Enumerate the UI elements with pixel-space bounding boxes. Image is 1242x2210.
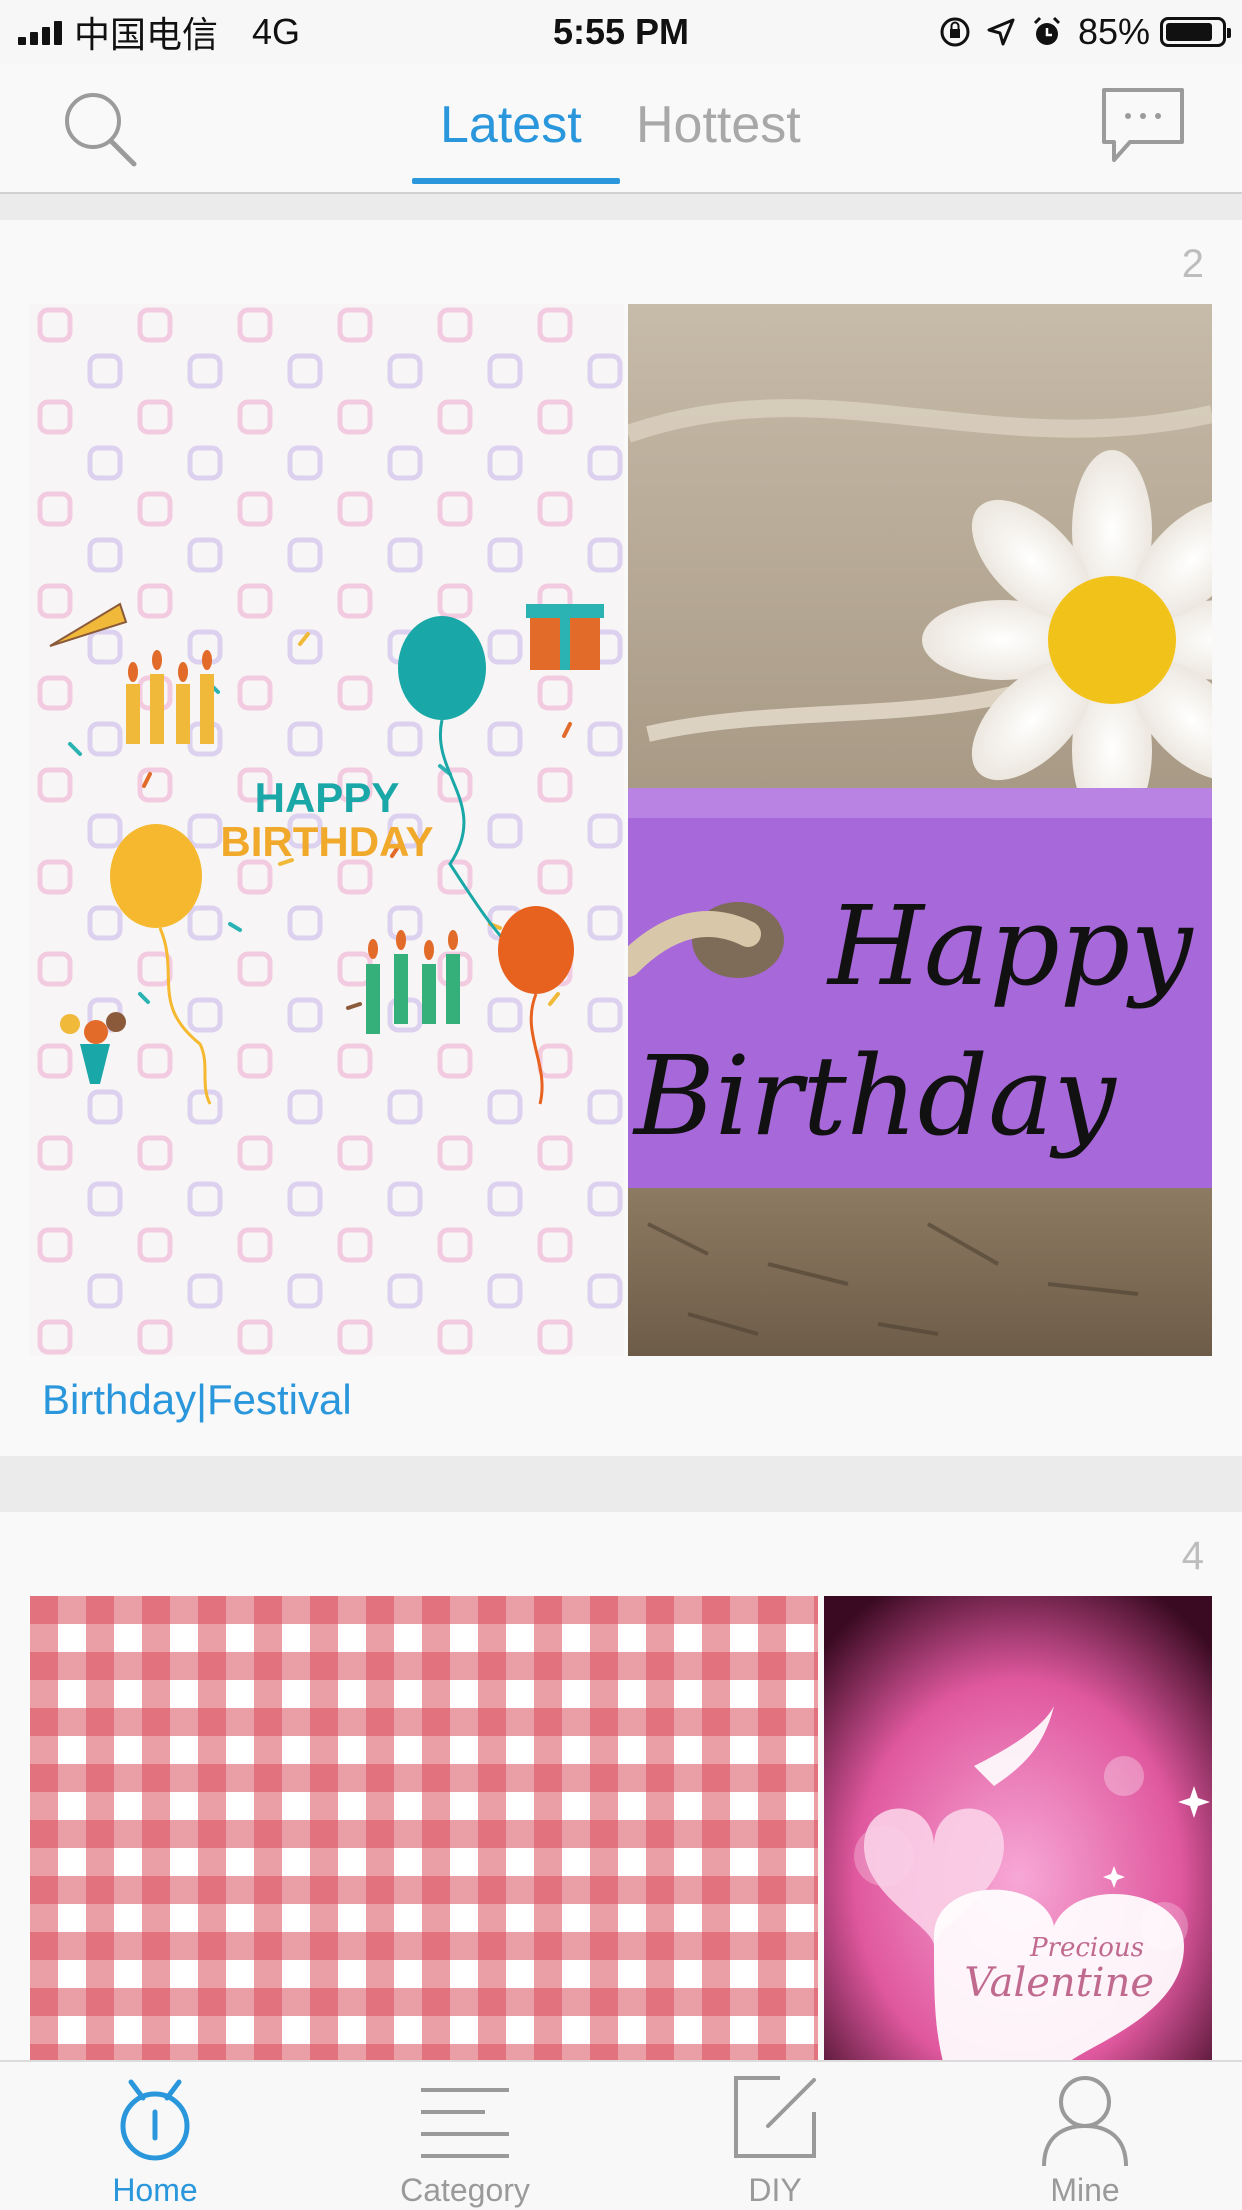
card-image-gingham[interactable]	[30, 1596, 818, 2060]
card-image-valentine[interactable]: Precious Valentine	[824, 1596, 1212, 2060]
rotation-lock-icon	[940, 17, 970, 47]
art-text-tag-happy: Happy	[826, 882, 1194, 1010]
tab-home[interactable]: Home	[0, 2062, 310, 2210]
card-image-birthday-confetti[interactable]: HAPPY BIRTHDAY	[30, 304, 624, 1356]
tab-mine-label: Mine	[1050, 2172, 1120, 2208]
battery-icon	[1160, 17, 1231, 47]
tab-latest[interactable]: Latest	[440, 90, 582, 160]
battery-percent: 85%	[1077, 11, 1150, 52]
tab-home-label: Home	[112, 2172, 198, 2208]
art-text-precious: Precious	[1029, 1933, 1144, 1963]
feed-card[interactable]: 4 Precious Valentine	[0, 1512, 1242, 2060]
search-icon[interactable]	[58, 86, 140, 168]
tab-hottest[interactable]: Hottest	[636, 90, 801, 160]
category-icon	[421, 2088, 509, 2158]
card-count: 4	[1181, 1534, 1204, 1578]
tab-mine[interactable]: Mine	[930, 2062, 1240, 2210]
diy-icon	[734, 2076, 816, 2158]
art-text-valentine: Valentine	[964, 1960, 1154, 2006]
bottom-tab-bar: Home Category DIY Mine	[0, 2060, 1242, 2210]
card-tags[interactable]: Birthday|Festival	[42, 1376, 352, 1424]
art-text-happy: HAPPY	[255, 774, 400, 821]
card-count: 2	[1181, 242, 1204, 286]
status-bar: 中国电信 4G 5:55 PM 85%	[0, 0, 1242, 64]
status-right: 85%	[938, 10, 1231, 54]
art-text-tag-birthday: Birthday	[632, 1032, 1118, 1160]
tab-category-label: Category	[400, 2172, 530, 2208]
tab-diy[interactable]: DIY	[620, 2062, 930, 2210]
message-icon[interactable]	[1100, 86, 1186, 168]
art-text-birthday: BIRTHDAY	[220, 818, 433, 865]
location-icon	[987, 18, 1015, 46]
battery-level	[1166, 23, 1212, 41]
top-nav-bar: Latest Hottest	[0, 64, 1242, 194]
tab-category[interactable]: Category	[310, 2062, 620, 2210]
card-image-birthday-tag[interactable]: Happy Birthday	[628, 304, 1212, 1356]
tab-diy-label: DIY	[748, 2172, 802, 2208]
active-tab-indicator	[412, 178, 620, 184]
alarm-icon	[1033, 16, 1060, 45]
card-feed[interactable]: 2 HAPPY BIRTHDAY Happy Birthday Birthday…	[0, 194, 1242, 2060]
feed-card[interactable]: 2 HAPPY BIRTHDAY Happy Birthday Birthday…	[0, 220, 1242, 1456]
mine-icon	[1042, 2076, 1128, 2167]
home-icon	[120, 2079, 190, 2161]
